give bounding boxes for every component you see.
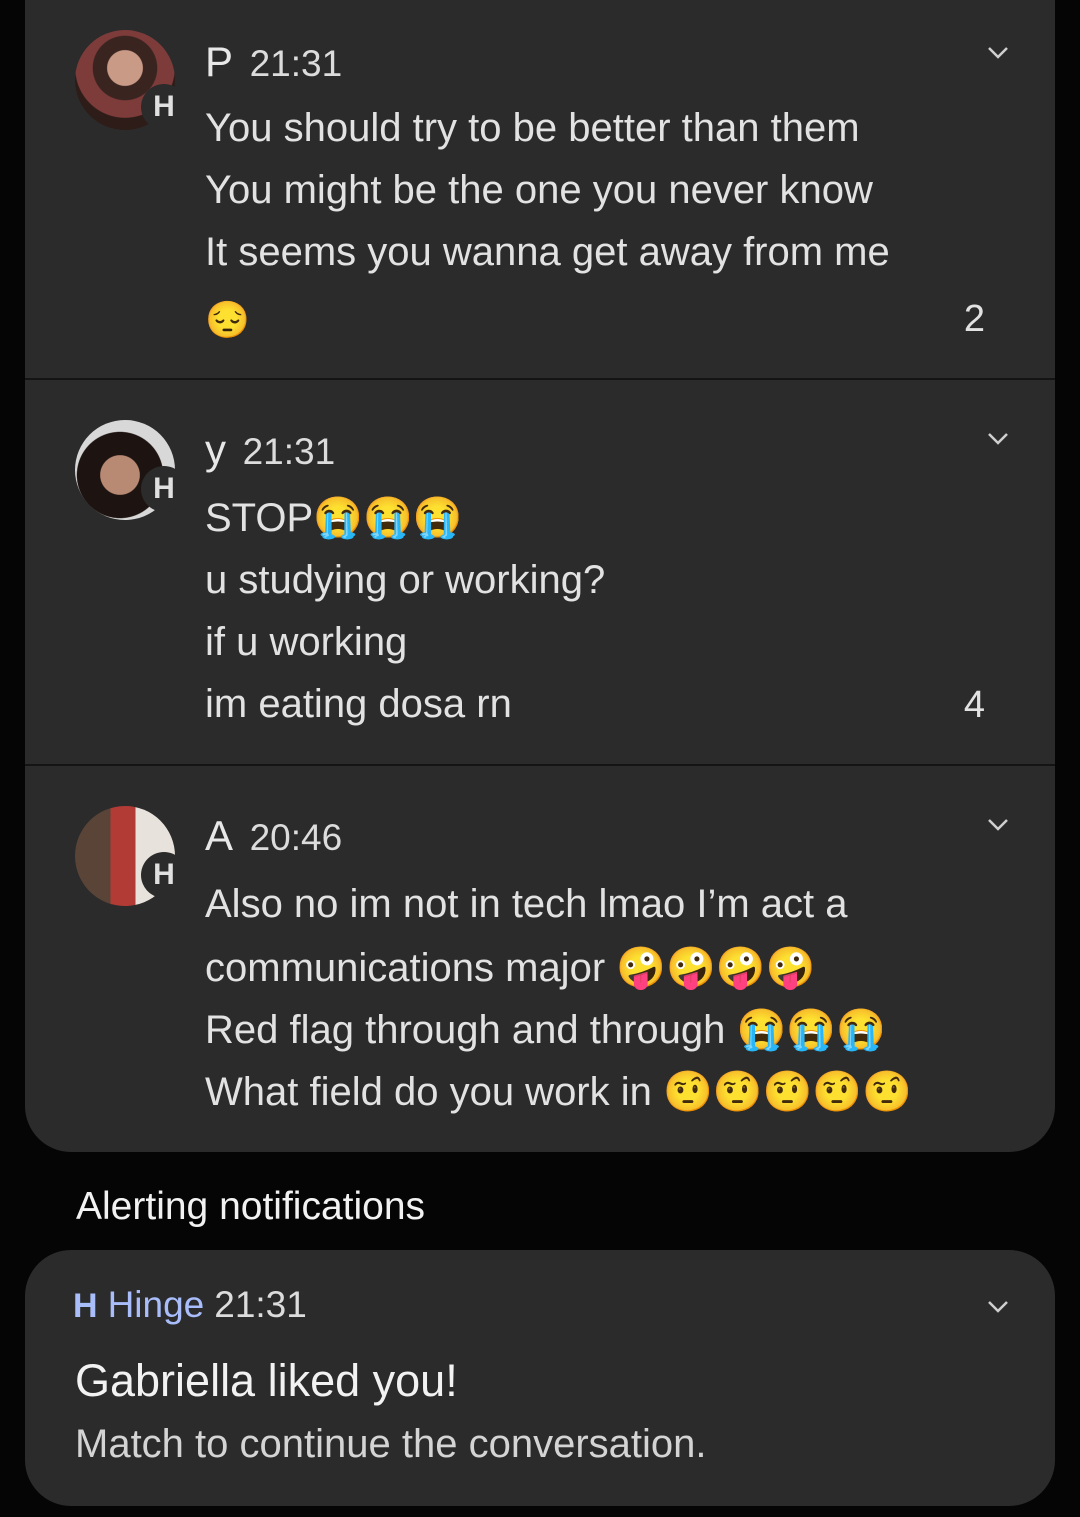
message-count-badge: 4 xyxy=(963,684,985,726)
hinge-alert-notification[interactable]: H Hinge 21:31 Gabriella liked you! Match t… xyxy=(25,1250,1055,1506)
conversation-notification-p[interactable]: H P 21:31 You should try to be better th… xyxy=(25,0,1055,380)
message-line: communications major 🤪🤪🤪🤪 xyxy=(205,946,816,990)
message-line: im eating dosa rn xyxy=(205,682,512,726)
sender-name: P xyxy=(205,38,234,85)
message-line: It seems you wanna get away from me xyxy=(205,230,890,274)
conversation-notification-y[interactable]: H y 21:31 STOP😭😭😭 u studying or working?… xyxy=(25,380,1055,766)
conversation-header: y 21:31 xyxy=(205,426,335,474)
chevron-down-icon[interactable] xyxy=(987,42,1009,64)
conversation-notification-group: H P 21:31 You should try to be better th… xyxy=(25,0,1055,1152)
sender-name: y xyxy=(205,426,226,473)
message-time: 21:31 xyxy=(242,431,336,472)
notification-body: Match to continue the conversation. xyxy=(75,1422,707,1466)
message-line: Red flag through and through 😭😭😭 xyxy=(205,1008,886,1052)
message-line: STOP😭😭😭 xyxy=(205,496,463,540)
conversation-header: A 20:46 xyxy=(205,812,342,860)
hinge-badge-icon: H xyxy=(141,84,187,130)
notification-title: Gabriella liked you! xyxy=(75,1355,458,1406)
message-time: 20:46 xyxy=(249,817,343,858)
conversation-notification-a[interactable]: H A 20:46 Also no im not in tech lmao I’… xyxy=(25,766,1055,1152)
hinge-badge-icon: H xyxy=(141,852,187,898)
section-label: Alerting notifications xyxy=(76,1185,426,1228)
message-line: u studying or working? xyxy=(205,558,606,602)
hinge-badge-icon: H xyxy=(141,466,187,512)
chevron-down-icon[interactable] xyxy=(987,428,1009,450)
message-count-badge: 2 xyxy=(963,298,985,340)
chevron-down-icon[interactable] xyxy=(987,1296,1009,1318)
hinge-app-icon: H xyxy=(73,1287,98,1325)
conversation-header: P 21:31 xyxy=(205,38,342,86)
notification-time: 21:31 xyxy=(214,1284,307,1325)
message-line: You should try to be better than them xyxy=(205,106,860,150)
message-line: You might be the one you never know xyxy=(205,168,873,212)
app-name: Hinge xyxy=(107,1284,205,1325)
message-line: 😔 xyxy=(205,299,250,340)
message-line: What field do you work in 🤨🤨🤨🤨🤨 xyxy=(205,1070,913,1114)
app-header: H Hinge 21:31 xyxy=(73,1284,307,1326)
message-time: 21:31 xyxy=(249,43,343,84)
chevron-down-icon[interactable] xyxy=(987,814,1009,836)
sender-name: A xyxy=(205,812,234,859)
message-line: Also no im not in tech lmao I’m act a xyxy=(205,882,848,926)
message-line: if u working xyxy=(205,620,408,664)
